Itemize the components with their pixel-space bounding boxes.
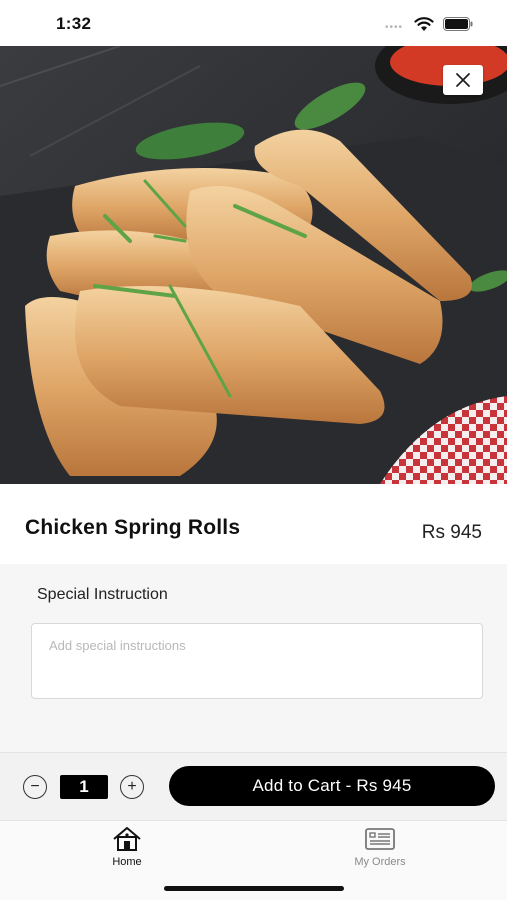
cart-bar: − 1 + Add to Cart - Rs 945 [0, 752, 507, 820]
tab-my-orders[interactable]: My Orders [320, 826, 440, 876]
wifi-icon [414, 17, 434, 31]
quantity-decrease-button[interactable]: − [23, 775, 47, 799]
close-button[interactable] [443, 65, 483, 95]
status-time: 1:32 [56, 14, 92, 33]
quantity-value: 1 [60, 775, 108, 799]
tab-my-orders-label: My Orders [354, 856, 406, 868]
product-image [0, 46, 507, 484]
product-title: Chicken Spring Rolls [25, 516, 241, 539]
special-instructions-section: Special Instruction [0, 564, 507, 752]
special-instructions-input[interactable] [31, 623, 483, 699]
add-to-cart-button[interactable]: Add to Cart - Rs 945 [169, 766, 495, 806]
spring-rolls-illustration [0, 46, 507, 484]
orders-icon [365, 828, 395, 850]
tab-home-label: Home [112, 856, 142, 868]
quantity-increase-button[interactable]: + [120, 775, 144, 799]
status-bar: 1:32 •••• [0, 0, 507, 46]
home-indicator [164, 886, 344, 891]
product-price: Rs 945 [421, 522, 482, 543]
signal-icon: •••• [385, 22, 404, 33]
special-instructions-label: Special Instruction [37, 586, 168, 603]
battery-icon [443, 17, 473, 31]
home-icon [113, 827, 141, 851]
tab-home[interactable]: Home [67, 826, 187, 876]
product-header: Chicken Spring Rolls Rs 945 [0, 484, 507, 564]
close-icon [456, 73, 470, 87]
